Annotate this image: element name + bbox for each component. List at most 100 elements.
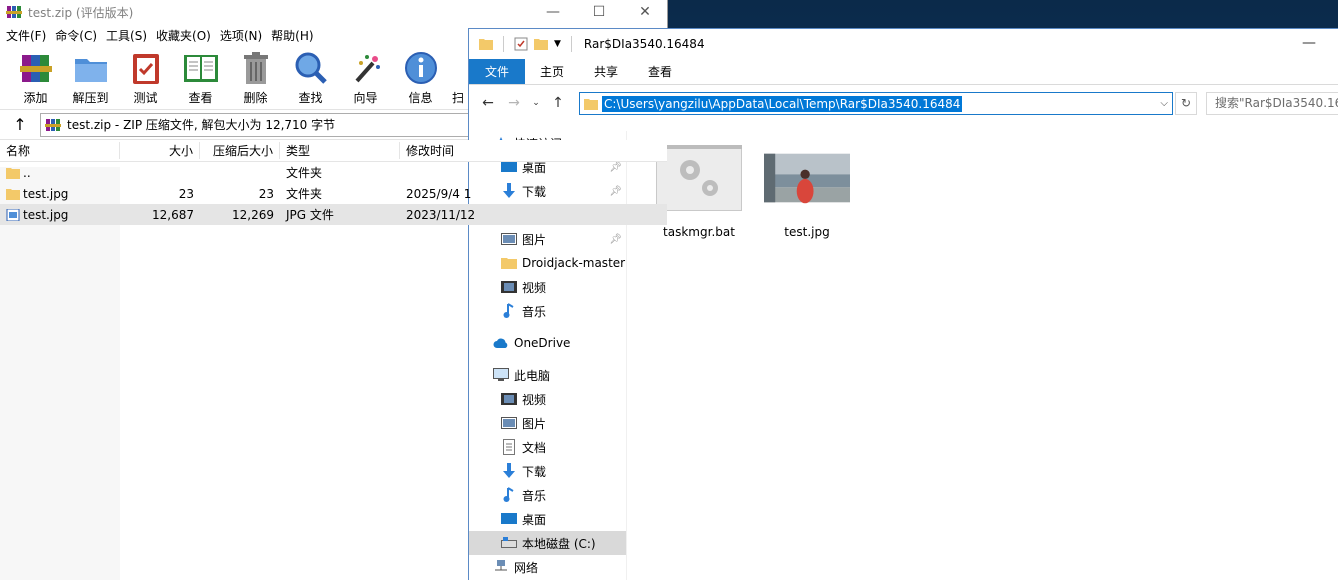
sidebar-item-pc-desktop[interactable]: 桌面 <box>469 507 626 531</box>
sidebar-item-music[interactable]: 音乐 <box>469 299 626 323</box>
extract-button[interactable]: 解压到 <box>63 46 118 106</box>
menu-help[interactable]: 帮助(H) <box>269 27 320 44</box>
menu-options[interactable]: 选项(N) <box>218 27 269 44</box>
col-name[interactable]: 名称 <box>0 142 120 159</box>
winrar-title: test.zip (评估版本) <box>28 5 134 20</box>
find-label: 查找 <box>298 91 323 105</box>
sidebar-item-network[interactable]: 网络 <box>469 555 626 579</box>
nav-label: 图片 <box>522 416 547 431</box>
wizard-label: 向导 <box>353 91 378 105</box>
nav-label: OneDrive <box>514 336 571 350</box>
extract-folder-icon <box>73 50 109 86</box>
view-button[interactable]: 查看 <box>173 46 228 106</box>
quick-access-toolbar: ▼ <box>479 36 576 52</box>
up-arrow-icon[interactable]: ↑ <box>545 95 571 111</box>
menu-favorites[interactable]: 收藏夹(O) <box>154 27 218 44</box>
tab-file[interactable]: 文件 <box>469 59 526 84</box>
close-button[interactable]: ✕ <box>622 0 668 24</box>
table-row[interactable]: .. 文件夹 <box>0 162 667 183</box>
sidebar-item-pc-documents[interactable]: 文档 <box>469 435 626 459</box>
folder-icon[interactable] <box>479 37 493 51</box>
test-clipboard-icon <box>128 50 164 86</box>
up-arrow-icon[interactable]: ↑ <box>0 115 40 134</box>
row-type: 文件夹 <box>286 166 323 180</box>
address-bar[interactable]: C:\Users\yangzilu\AppData\Local\Temp\Rar… <box>579 92 1173 115</box>
explorer-window: ▼ Rar$DIa3540.16484 — 文件 主页 共享 查看 ← → ⌄ … <box>468 28 1338 580</box>
row-mtime: 2025/9/4 1 <box>406 186 472 201</box>
nav-label: 音乐 <box>522 488 547 503</box>
pin-icon[interactable]: 📌︎ <box>609 234 622 245</box>
pictures-icon <box>501 415 517 431</box>
minimize-button[interactable]: — <box>1302 35 1316 51</box>
delete-label: 删除 <box>243 91 268 105</box>
row-size: 23 <box>178 186 194 201</box>
forward-arrow-icon[interactable]: → <box>501 95 527 111</box>
repair-button[interactable]: 扫 <box>448 46 468 106</box>
add-archive-icon <box>18 50 54 86</box>
back-arrow-icon[interactable]: ← <box>475 95 501 111</box>
menu-file[interactable]: 文件(F) <box>4 27 53 44</box>
sidebar-item-pc-downloads[interactable]: 下载 <box>469 459 626 483</box>
sidebar-item-videos[interactable]: 视频 <box>469 275 626 299</box>
sidebar-item-pc-videos[interactable]: 视频 <box>469 387 626 411</box>
info-icon <box>403 50 439 86</box>
col-size[interactable]: 大小 <box>120 142 200 159</box>
col-type[interactable]: 类型 <box>280 142 400 159</box>
sidebar-item-pictures[interactable]: 图片 📌︎ <box>469 227 626 251</box>
col-mtime[interactable]: 修改时间 <box>400 142 520 159</box>
refresh-icon[interactable]: ↻ <box>1175 92 1197 115</box>
video-icon <box>501 391 517 407</box>
sidebar-item-this-pc[interactable]: 此电脑 <box>469 363 626 387</box>
sidebar-item-pc-music[interactable]: 音乐 <box>469 483 626 507</box>
delete-button[interactable]: 删除 <box>228 46 283 106</box>
row-size: 12,687 <box>152 207 194 222</box>
explorer-titlebar: ▼ Rar$DIa3540.16484 — <box>469 29 1338 59</box>
tab-share[interactable]: 共享 <box>579 59 633 84</box>
folder-icon <box>501 255 517 271</box>
sidebar-item-pc-pictures[interactable]: 图片 <box>469 411 626 435</box>
test-button[interactable]: 测试 <box>118 46 173 106</box>
table-row[interactable]: test.jpg 12,687 12,269 JPG 文件 2023/11/12 <box>0 204 667 225</box>
search-input[interactable]: 搜索"Rar$DIa3540.164 <box>1206 92 1338 115</box>
ribbon-tabs: 文件 主页 共享 查看 <box>469 59 1338 85</box>
repair-label: 扫 <box>451 91 464 105</box>
folder-icon <box>584 98 598 110</box>
minimize-button[interactable]: — <box>530 0 576 24</box>
network-icon <box>493 559 509 575</box>
col-packed[interactable]: 压缩后大小 <box>200 142 280 159</box>
download-arrow-icon <box>501 463 517 479</box>
tab-home[interactable]: 主页 <box>525 59 579 84</box>
file-name: test.jpg <box>784 225 830 239</box>
file-name: taskmgr.bat <box>663 225 735 239</box>
menu-tools[interactable]: 工具(S) <box>104 27 154 44</box>
sidebar-item-local-disk[interactable]: 本地磁盘 (C:) <box>469 531 626 555</box>
recent-chevron-icon[interactable]: ⌄ <box>527 98 545 108</box>
folder-icon <box>6 167 20 179</box>
new-folder-icon[interactable] <box>534 37 548 51</box>
sidebar-item-onedrive[interactable]: OneDrive <box>469 331 626 355</box>
file-view: taskmgr.bat test.jpg <box>629 131 1338 580</box>
maximize-button[interactable]: ☐ <box>576 0 622 24</box>
address-dropdown-icon[interactable]: ⌵ <box>1160 98 1168 109</box>
find-button[interactable]: 查找 <box>283 46 338 106</box>
cloud-icon <box>493 335 509 351</box>
explorer-title: Rar$DIa3540.16484 <box>583 37 705 51</box>
nav-label: 本地磁盘 (C:) <box>522 536 596 551</box>
nav-label: 图片 <box>522 232 547 247</box>
chevron-down-icon[interactable]: ▼ <box>554 39 561 49</box>
row-name: test.jpg <box>23 207 69 222</box>
archive-path-text: test.zip - ZIP 压缩文件, 解包大小为 12,710 字节 <box>67 118 336 132</box>
magnifier-icon <box>293 50 329 86</box>
nav-label: Droidjack-master <box>522 256 626 270</box>
sidebar-item-droidjack[interactable]: Droidjack-master <box>469 251 626 275</box>
add-button[interactable]: 添加 <box>8 46 63 106</box>
repair-icon <box>448 50 468 86</box>
tab-view[interactable]: 查看 <box>633 59 687 84</box>
menu-command[interactable]: 命令(C) <box>53 27 104 44</box>
table-row[interactable]: test.jpg 23 23 文件夹 2025/9/4 1 <box>0 183 667 204</box>
file-tile-test-jpg[interactable]: test.jpg <box>759 145 855 239</box>
properties-icon[interactable] <box>514 37 528 51</box>
wizard-button[interactable]: 向导 <box>338 46 393 106</box>
info-button[interactable]: 信息 <box>393 46 448 106</box>
nav-label: 桌面 <box>522 512 547 527</box>
